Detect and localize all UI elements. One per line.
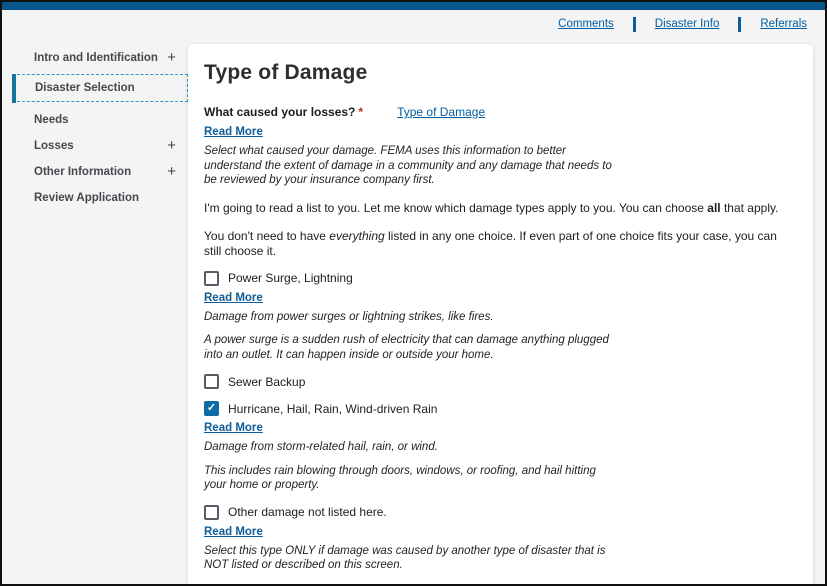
- option-power-surge-lightning: Power Surge, Lightning Read More Damage …: [204, 271, 797, 363]
- top-accent-bar: [2, 2, 825, 10]
- text-run-italic: everything: [329, 229, 384, 243]
- help-line: Select what caused your damage. FEMA use…: [204, 144, 797, 159]
- plus-icon[interactable]: +: [167, 141, 176, 151]
- option-description: Damage from power surges or lightning st…: [204, 310, 797, 363]
- checkbox-label[interactable]: Hurricane, Hail, Rain, Wind-driven Rain: [228, 402, 437, 416]
- checkbox-label[interactable]: Power Surge, Lightning: [228, 271, 353, 285]
- text-run: You don't need to have: [204, 229, 329, 243]
- form-card: Type of Damage What caused your losses? …: [188, 44, 813, 586]
- desc-line: your home or property.: [204, 478, 797, 493]
- checkbox-unchecked[interactable]: [204, 374, 219, 389]
- checkbox-row[interactable]: Sewer Backup: [204, 374, 797, 389]
- checkbox-checked[interactable]: ✓: [204, 401, 219, 416]
- intro-paragraph-2: You don't need to have everything listed…: [204, 229, 797, 259]
- referrals-link[interactable]: Referrals: [760, 18, 807, 30]
- option-hurricane-hail-rain: ✓ Hurricane, Hail, Rain, Wind-driven Rai…: [204, 401, 797, 493]
- type-of-damage-link[interactable]: Type of Damage: [397, 105, 485, 119]
- link-separator: [633, 17, 636, 32]
- required-asterisk: *: [358, 105, 363, 119]
- checkbox-unchecked[interactable]: [204, 271, 219, 286]
- read-more-link[interactable]: Read More: [204, 422, 263, 434]
- sidebar-item-label: Review Application: [34, 192, 139, 204]
- sidebar-item-other-information[interactable]: Other Information +: [12, 160, 188, 184]
- sidebar-item-disaster-selection[interactable]: Disaster Selection: [12, 74, 188, 102]
- disaster-info-link[interactable]: Disaster Info: [655, 18, 720, 30]
- sidebar-item-review-application[interactable]: Review Application: [12, 186, 188, 210]
- spacer: [204, 455, 797, 464]
- sidebar-item-label: Needs: [34, 114, 69, 126]
- text-run: that apply.: [721, 201, 779, 215]
- sidebar-item-losses[interactable]: Losses +: [12, 134, 188, 158]
- spacer: [204, 324, 797, 333]
- comments-link[interactable]: Comments: [558, 18, 614, 30]
- damage-type-options: Power Surge, Lightning Read More Damage …: [204, 271, 797, 573]
- help-line: understand the extent of damage in a com…: [204, 159, 797, 174]
- link-separator: [738, 17, 741, 32]
- help-line: be reviewed by your insurance company fi…: [204, 173, 797, 188]
- checkbox-row[interactable]: ✓ Hurricane, Hail, Rain, Wind-driven Rai…: [204, 401, 797, 416]
- desc-line: Select this type ONLY if damage was caus…: [204, 544, 797, 559]
- plus-icon[interactable]: +: [167, 167, 176, 177]
- desc-line: A power surge is a sudden rush of electr…: [204, 333, 797, 348]
- read-more-link[interactable]: Read More: [204, 126, 263, 138]
- text-run-bold: all: [707, 201, 720, 215]
- desc-line: Damage from power surges or lightning st…: [204, 310, 797, 325]
- application-window: Comments Disaster Info Referrals Intro a…: [0, 0, 827, 586]
- intro-paragraph-1: I'm going to read a list to you. Let me …: [204, 201, 797, 216]
- sidebar-item-label: Other Information: [34, 166, 131, 178]
- option-description: Damage from storm-related hail, rain, or…: [204, 440, 797, 493]
- sidebar-item-label: Intro and Identification: [34, 52, 158, 64]
- sidebar-nav: Intro and Identification + Disaster Sele…: [12, 38, 188, 212]
- checkbox-unchecked[interactable]: [204, 505, 219, 520]
- question-label: What caused your losses?: [204, 105, 355, 119]
- plus-icon[interactable]: +: [167, 53, 176, 63]
- sidebar-item-intro-and-identification[interactable]: Intro and Identification +: [12, 46, 188, 70]
- desc-line: NOT listed or described on this screen.: [204, 558, 797, 573]
- checkmark-icon: ✓: [207, 403, 216, 414]
- desc-line: This includes rain blowing through doors…: [204, 464, 797, 479]
- read-more-link[interactable]: Read More: [204, 526, 263, 538]
- checkbox-label[interactable]: Sewer Backup: [228, 375, 305, 389]
- main-column: Type of Damage What caused your losses? …: [188, 38, 813, 586]
- checkbox-row[interactable]: Power Surge, Lightning: [204, 271, 797, 286]
- page-title: Type of Damage: [204, 61, 797, 85]
- option-description: Select this type ONLY if damage was caus…: [204, 544, 797, 573]
- desc-line: Damage from storm-related hail, rain, or…: [204, 440, 797, 455]
- content-area: Intro and Identification + Disaster Sele…: [2, 38, 825, 586]
- header-link-bar: Comments Disaster Info Referrals: [2, 10, 825, 38]
- desc-line: into an outlet. It can happen inside or …: [204, 348, 797, 363]
- text-run: I'm going to read a list to you. Let me …: [204, 201, 707, 215]
- checkbox-row[interactable]: Other damage not listed here.: [204, 505, 797, 520]
- checkbox-label[interactable]: Other damage not listed here.: [228, 505, 387, 519]
- question-row: What caused your losses? * Type of Damag…: [204, 105, 797, 119]
- option-sewer-backup: Sewer Backup: [204, 374, 797, 389]
- sidebar-item-label: Disaster Selection: [35, 82, 135, 94]
- read-more-link[interactable]: Read More: [204, 292, 263, 304]
- sidebar-item-needs[interactable]: Needs: [12, 108, 188, 132]
- sidebar-item-label: Losses: [34, 140, 74, 152]
- question-help-text: Select what caused your damage. FEMA use…: [204, 144, 797, 188]
- option-other-damage: Other damage not listed here. Read More …: [204, 505, 797, 573]
